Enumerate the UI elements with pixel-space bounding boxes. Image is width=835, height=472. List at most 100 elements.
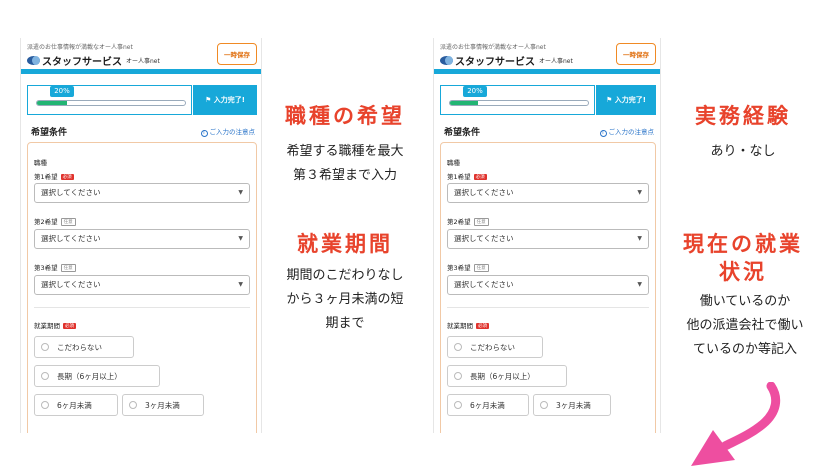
- optional-badge: 任意: [473, 218, 489, 226]
- wish1-text: 第1希望: [447, 173, 471, 181]
- phone-screen-left: 派遣のお仕事情報が満載なオー人事net スタッフサービス オー人事net 一時保…: [20, 38, 262, 433]
- optional-badge: 任意: [60, 218, 76, 226]
- complete-label: 入力完了!: [213, 96, 245, 104]
- status-heading-line2: 状況: [719, 260, 767, 284]
- period-option-long[interactable]: 長期（6ヶ月以上）: [34, 365, 160, 387]
- job-label: 職種: [34, 159, 47, 167]
- chevron-down-icon: ▼: [637, 235, 642, 242]
- job-heading: 職種の希望: [285, 104, 405, 128]
- period-option-any[interactable]: こだわらない: [447, 336, 543, 358]
- save-draft-button[interactable]: 一時保存: [616, 43, 656, 65]
- status-body-line1: 働いているのか: [699, 294, 791, 309]
- divider: [34, 307, 250, 308]
- period-option-any[interactable]: こだわらない: [34, 336, 134, 358]
- wish2-label: 第2希望 任意: [447, 216, 489, 226]
- header-divider: [434, 69, 660, 74]
- section-title: 希望条件: [444, 128, 481, 138]
- notice-label: ご入力の注意点: [209, 128, 256, 136]
- wish2-select[interactable]: 選択してください ▼: [447, 229, 649, 249]
- required-badge: 必須: [63, 323, 76, 329]
- wish1-label: 第1希望 必須: [34, 171, 74, 181]
- complete-flag: ⚑ 入力完了!: [193, 85, 257, 115]
- period-body-line3: 期まで: [325, 316, 365, 331]
- progress-percent: 20%: [50, 86, 74, 97]
- period-option-6m[interactable]: 6ヶ月未満: [34, 394, 118, 416]
- period-option-long[interactable]: 長期（6ヶ月以上）: [447, 365, 567, 387]
- select-value: 選択してください: [41, 188, 101, 197]
- logo-mark-icon: [440, 56, 453, 65]
- notice-label: ご入力の注意点: [608, 128, 655, 136]
- status-body-line3: ているのか等記入: [692, 342, 797, 357]
- info-icon: i: [599, 130, 607, 137]
- radio-icon: [454, 343, 462, 351]
- wish2-label: 第2希望 任意: [34, 216, 76, 226]
- job-label: 職種: [447, 159, 460, 167]
- chevron-down-icon: ▼: [238, 281, 243, 288]
- status-body-line2: 他の派遣会社で働い: [686, 318, 804, 333]
- wish1-select[interactable]: 選択してください ▼: [34, 183, 250, 203]
- brand-sub: オー人事net: [126, 58, 160, 65]
- required-badge: 必須: [476, 323, 489, 329]
- wish1-label: 第1希望 必須: [447, 171, 487, 181]
- period-option-6m[interactable]: 6ヶ月未満: [447, 394, 529, 416]
- flag-icon: ⚑: [205, 96, 214, 104]
- wish1-select[interactable]: 選択してください ▼: [447, 183, 649, 203]
- option-label: 長期（6ヶ月以上）: [470, 371, 535, 381]
- chevron-down-icon: ▼: [637, 281, 642, 288]
- header-divider: [21, 69, 261, 74]
- period-heading: 就業期間: [297, 232, 393, 256]
- chevron-down-icon: ▼: [238, 189, 243, 196]
- radio-icon: [454, 401, 462, 409]
- notice-link[interactable]: i ご入力の注意点: [599, 126, 655, 137]
- notice-link[interactable]: i ご入力の注意点: [200, 126, 256, 137]
- site-logo[interactable]: スタッフサービス オー人事net: [27, 53, 160, 68]
- period-text: 就業期間: [34, 322, 60, 330]
- period-body-line2: から３ヶ月未満の短: [286, 292, 404, 307]
- period-label: 就業期間 必須: [34, 320, 76, 330]
- divider: [447, 307, 649, 308]
- brand-name: スタッフサービス: [455, 57, 535, 68]
- complete-label: 入力完了!: [614, 96, 646, 104]
- wish2-select[interactable]: 選択してください ▼: [34, 229, 250, 249]
- status-heading-line1: 現在の就業: [683, 232, 803, 256]
- select-value: 選択してください: [41, 234, 101, 243]
- radio-icon: [454, 372, 462, 380]
- experience-body: あり・なし: [710, 144, 776, 159]
- select-value: 選択してください: [454, 234, 514, 243]
- progress-box: 20%: [27, 85, 192, 115]
- section-title: 希望条件: [31, 128, 68, 138]
- option-label: こだわらない: [470, 342, 515, 352]
- optional-badge: 任意: [60, 264, 76, 272]
- period-body-line1: 期間のこだわりなし: [286, 268, 404, 283]
- period-text: 就業期間: [447, 322, 473, 330]
- brand-name: スタッフサービス: [42, 57, 122, 68]
- period-option-3m[interactable]: 3ヶ月未満: [122, 394, 204, 416]
- wish3-select[interactable]: 選択してください ▼: [34, 275, 250, 295]
- wish3-text: 第3希望: [34, 264, 58, 272]
- option-label: 3ヶ月未満: [145, 400, 180, 410]
- option-label: こだわらない: [57, 342, 102, 352]
- required-badge: 必須: [60, 174, 74, 180]
- wish1-text: 第1希望: [34, 173, 58, 181]
- save-draft-button[interactable]: 一時保存: [217, 43, 257, 65]
- wish3-select[interactable]: 選択してください ▼: [447, 275, 649, 295]
- site-logo[interactable]: スタッフサービス オー人事net: [440, 53, 573, 68]
- progress-area: 20% ⚑ 入力完了!: [440, 85, 660, 117]
- progress-box: 20%: [440, 85, 595, 115]
- site-header: 派遣のお仕事情報が満載なオー人事net スタッフサービス オー人事net 一時保…: [434, 38, 660, 68]
- wish3-label: 第3希望 任意: [34, 262, 76, 272]
- period-option-3m[interactable]: 3ヶ月未満: [533, 394, 611, 416]
- radio-icon: [41, 372, 49, 380]
- info-icon: i: [200, 130, 208, 137]
- form-card: 職種 第1希望 必須 選択してください ▼ 第2希望 任意 選択してください ▼ 第3希…: [440, 142, 656, 433]
- wish3-label: 第3希望 任意: [447, 262, 489, 272]
- chevron-down-icon: ▼: [637, 189, 642, 196]
- optional-badge: 任意: [473, 264, 489, 272]
- option-label: 6ヶ月未満: [470, 400, 505, 410]
- select-value: 選択してください: [41, 280, 101, 289]
- wish3-text: 第3希望: [447, 264, 471, 272]
- wish2-text: 第2希望: [447, 218, 471, 226]
- job-body-line2: 第３希望まで入力: [292, 168, 397, 183]
- site-header: 派遣のお仕事情報が満載なオー人事net スタッフサービス オー人事net 一時保…: [21, 38, 261, 68]
- chevron-down-icon: ▼: [238, 235, 243, 242]
